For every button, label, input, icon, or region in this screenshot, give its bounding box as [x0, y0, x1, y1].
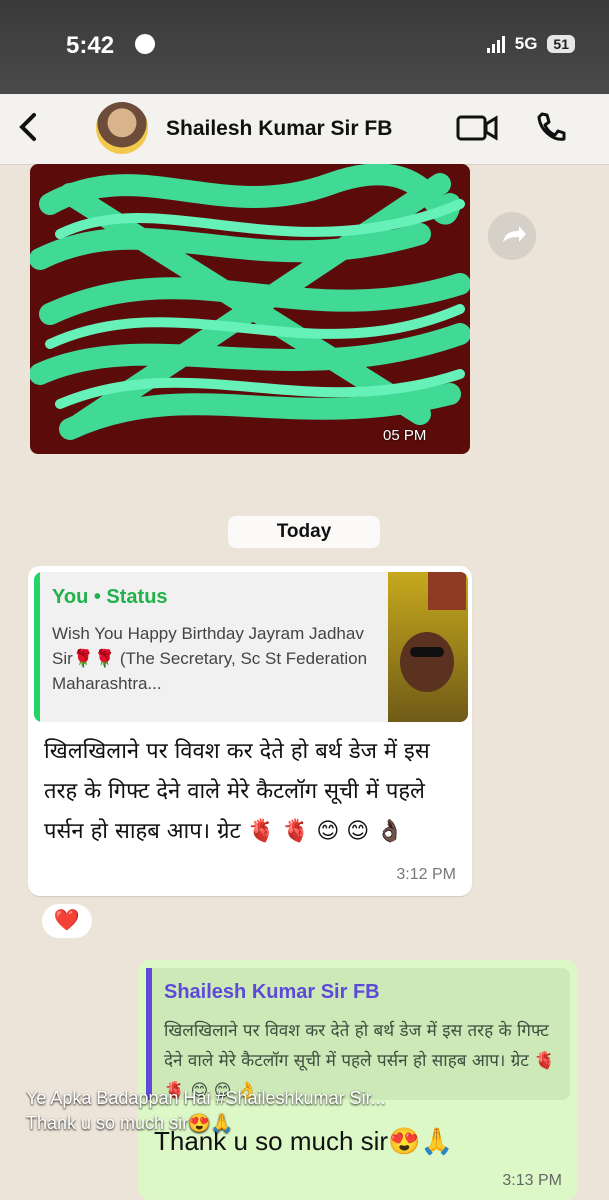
status-time: 5:42 [66, 32, 115, 59]
chat-title[interactable]: Shailesh Kumar Sir FB [166, 117, 392, 141]
reply-accent-bar [146, 968, 152, 1100]
network-label: 5G [514, 34, 538, 53]
whatsapp-screenshot: Shailesh Kumar Sir FB 05 PM Today You • … [0, 94, 609, 1200]
story-caption: Ye Apka Badappan Hai #Shaileshkumar Sir.… [26, 1086, 586, 1136]
forward-icon[interactable] [488, 212, 536, 260]
contact-avatar[interactable] [96, 102, 148, 154]
video-call-icon[interactable] [456, 114, 498, 142]
reply-quote[interactable]: Shailesh Kumar Sir FB खिलखिलाने पर विवश … [146, 968, 570, 1101]
battery-icon: 51 [547, 35, 575, 53]
back-icon[interactable] [14, 112, 44, 142]
scribbled-image-message[interactable] [30, 164, 470, 454]
message-reaction[interactable]: ❤️ [42, 904, 92, 938]
status-indicators: 5G 51 [486, 34, 575, 54]
quote-accent-bar [34, 572, 40, 722]
incoming-message[interactable]: You • Status Wish You Happy Birthday Jay… [28, 566, 472, 896]
face-status-icon [135, 34, 155, 54]
caption-line-1: Ye Apka Badappan Hai #Shaileshkumar Sir.… [26, 1088, 386, 1108]
status-thumbnail [388, 572, 468, 722]
status-reply-quote[interactable]: You • Status Wish You Happy Birthday Jay… [34, 572, 468, 722]
outgoing-message[interactable]: Shailesh Kumar Sir FB खिलखिलाने पर विवश … [138, 960, 578, 1200]
reply-author: Shailesh Kumar Sir FB [164, 981, 380, 1003]
date-separator: Today [228, 516, 380, 548]
image-timestamp: 05 PM [383, 427, 427, 444]
signal-icon [486, 35, 505, 53]
thumbnail-person [400, 632, 454, 692]
caption-line-2: Thank u so much sir😍🙏 [26, 1113, 233, 1133]
message-text: खिलखिलाने पर विवश कर देते हो बर्थ डेज मे… [44, 739, 430, 844]
chat-header: Shailesh Kumar Sir FB [0, 94, 609, 165]
quote-author: You • Status [52, 586, 168, 608]
message-time: 3:12 PM [396, 866, 456, 883]
phone-status-bar: 5:42 5G 51 [0, 0, 609, 96]
phone-icon[interactable] [534, 111, 566, 143]
quote-text: Wish You Happy Birthday Jayram Jadhav Si… [52, 624, 368, 693]
scribble-overlay [30, 164, 470, 440]
outgoing-message-time: 3:13 PM [502, 1172, 562, 1189]
thumbnail-frame [428, 572, 466, 610]
